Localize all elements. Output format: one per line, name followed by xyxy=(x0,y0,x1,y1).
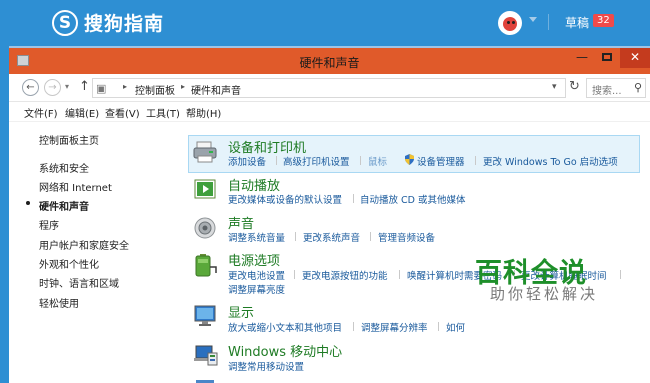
link-screen-resolution[interactable]: 调整屏幕分辨率 xyxy=(361,320,428,334)
link-battery-settings[interactable]: 更改电池设置 xyxy=(228,268,285,282)
link-separator xyxy=(370,232,371,241)
address-field[interactable]: ▣ ▸ 控制面板 ▸ 硬件和声音 ▾ xyxy=(92,78,566,98)
nav-system-security[interactable]: 系统和安全 xyxy=(39,160,89,175)
menu-edit[interactable]: 编辑(E) xyxy=(65,105,99,120)
link-screen-brightness[interactable]: 调整屏幕亮度 xyxy=(228,282,285,296)
nav-ease-of-access[interactable]: 轻松使用 xyxy=(39,295,79,310)
speaker-icon xyxy=(194,217,216,239)
window-titlebar: 硬件和声音 — ✕ xyxy=(9,48,650,74)
control-panel-small-icon: ▣ xyxy=(96,82,107,95)
menu-file[interactable]: 文件(F) xyxy=(24,105,58,120)
next-category-icon xyxy=(196,380,214,383)
link-separator xyxy=(353,322,354,331)
nav-user-accounts[interactable]: 用户帐户和家庭安全 xyxy=(39,237,129,252)
link-manage-audio[interactable]: 管理音频设备 xyxy=(378,230,435,244)
link-change-sounds[interactable]: 更改系统声音 xyxy=(303,230,360,244)
minimize-button[interactable]: — xyxy=(570,48,594,68)
menu-view[interactable]: 查看(V) xyxy=(105,105,140,120)
link-windows-to-go[interactable]: 更改 Windows To Go 启动选项 xyxy=(483,154,618,168)
watermark-subtitle: 助你轻松解决 xyxy=(490,285,599,303)
link-separator xyxy=(438,322,439,331)
address-history-chevron-icon[interactable]: ▾ xyxy=(552,82,557,92)
link-separator xyxy=(475,156,476,165)
breadcrumb-separator[interactable]: ▸ xyxy=(181,82,185,91)
close-button[interactable]: ✕ xyxy=(620,48,650,68)
breadcrumb-separator[interactable]: ▸ xyxy=(123,82,127,91)
sogou-logo-icon: S xyxy=(52,9,78,36)
breadcrumb-hardware-sound[interactable]: 硬件和声音 xyxy=(191,82,241,97)
link-separator xyxy=(399,270,400,279)
link-how-to[interactable]: 如何 xyxy=(446,320,465,334)
back-button[interactable]: ← xyxy=(22,79,39,96)
nav-programs[interactable]: 程序 xyxy=(39,217,59,232)
search-placeholder: 搜索... xyxy=(592,86,622,97)
link-add-device[interactable]: 添加设备 xyxy=(228,154,266,168)
link-device-manager[interactable]: 设备管理器 xyxy=(417,154,465,168)
link-separator xyxy=(295,232,296,241)
mobility-center-icon xyxy=(194,345,218,366)
link-text-size[interactable]: 放大或缩小文本和其他项目 xyxy=(228,320,342,334)
link-change-default-media[interactable]: 更改媒体或设备的默认设置 xyxy=(228,192,342,206)
link-advanced-printer[interactable]: 高级打印机设置 xyxy=(283,154,350,168)
link-separator xyxy=(353,194,354,203)
avatar[interactable] xyxy=(498,11,522,35)
drafts-count-badge: 32 xyxy=(593,14,614,27)
nav-hardware-sound[interactable]: 硬件和声音 xyxy=(39,198,89,213)
active-bullet-icon xyxy=(26,201,30,205)
nav-control-panel-home[interactable]: 控制面板主页 xyxy=(39,132,99,147)
recent-pages-chevron-icon[interactable]: ▾ xyxy=(65,82,69,91)
link-separator xyxy=(276,156,277,165)
watermark: 百科全说 助你轻松解决 xyxy=(475,251,605,305)
menu-bar: 文件(F) 编辑(E) 查看(V) 工具(T) 帮助(H) xyxy=(9,102,650,122)
breadcrumb-control-panel[interactable]: 控制面板 xyxy=(135,82,175,97)
site-logo[interactable]: S 搜狗指南 xyxy=(52,9,164,36)
refresh-icon[interactable]: ↻ xyxy=(569,79,580,94)
up-button[interactable]: ↑ xyxy=(79,79,90,94)
battery-icon xyxy=(195,254,217,277)
link-separator xyxy=(294,270,295,279)
site-header: S 搜狗指南 草稿 32 xyxy=(0,0,650,46)
shield-icon xyxy=(405,154,414,165)
search-icon[interactable]: ⚲ xyxy=(634,81,642,94)
category-title[interactable]: 电源选项 xyxy=(228,250,280,269)
drafts-link[interactable]: 草稿 xyxy=(565,14,589,31)
link-mobility-settings[interactable]: 调整常用移动设置 xyxy=(228,359,304,373)
link-power-buttons[interactable]: 更改电源按钮的功能 xyxy=(302,268,388,282)
chevron-down-icon[interactable] xyxy=(529,17,537,22)
search-input[interactable]: 搜索... ⚲ xyxy=(586,78,646,98)
nav-network-internet[interactable]: 网络和 Internet xyxy=(39,179,112,194)
printer-icon xyxy=(193,141,217,163)
site-name: 搜狗指南 xyxy=(84,13,165,35)
link-separator xyxy=(360,156,361,165)
divider xyxy=(548,14,549,30)
link-separator xyxy=(620,270,621,279)
forward-button[interactable]: → xyxy=(44,79,61,96)
address-bar: ← → ▾ ↑ ▣ ▸ 控制面板 ▸ 硬件和声音 ▾ ↻ 搜索... ⚲ xyxy=(9,74,650,102)
category-title[interactable]: Windows 移动中心 xyxy=(228,341,342,360)
menu-tools[interactable]: 工具(T) xyxy=(146,105,180,120)
link-adjust-volume[interactable]: 调整系统音量 xyxy=(228,230,285,244)
maximize-button[interactable] xyxy=(595,48,619,68)
scrollbar[interactable] xyxy=(646,122,650,383)
nav-clock-language-region[interactable]: 时钟、语言和区域 xyxy=(39,275,119,290)
category-title[interactable]: 显示 xyxy=(228,302,254,321)
window-title: 硬件和声音 xyxy=(299,56,360,70)
link-mouse[interactable]: 鼠标 xyxy=(368,154,387,168)
monitor-icon xyxy=(194,305,216,326)
link-autoplay-cd[interactable]: 自动播放 CD 或其他媒体 xyxy=(360,192,466,206)
autoplay-icon xyxy=(194,179,216,199)
nav-appearance[interactable]: 外观和个性化 xyxy=(39,256,99,271)
menu-help[interactable]: 帮助(H) xyxy=(186,105,221,120)
control-panel-window: 硬件和声音 — ✕ ← → ▾ ↑ ▣ ▸ 控制面板 ▸ 硬件和声音 ▾ ↻ 搜… xyxy=(9,46,650,383)
